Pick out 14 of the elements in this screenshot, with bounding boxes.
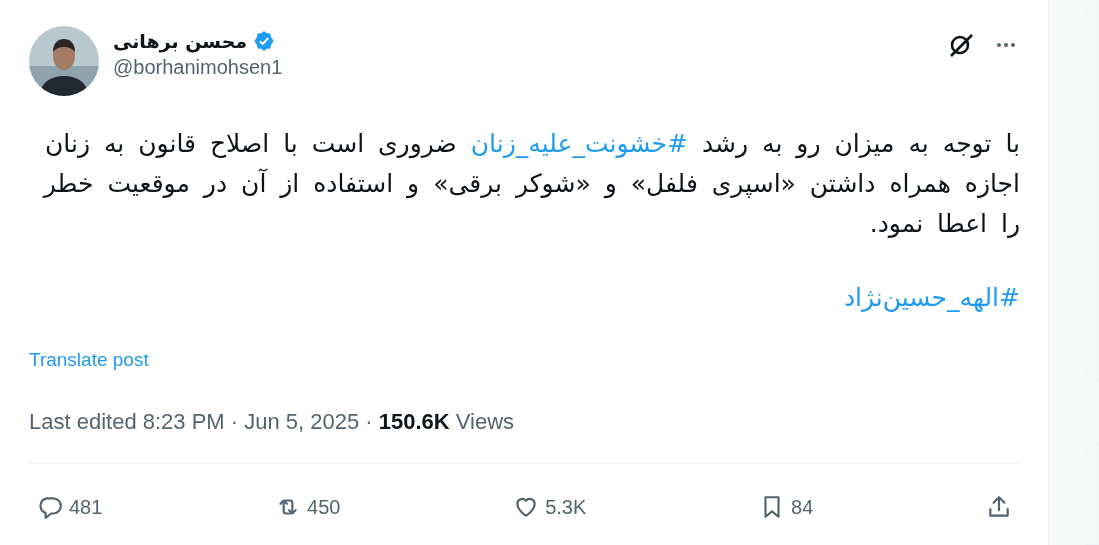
reply-count: 481 xyxy=(69,495,103,519)
author-name[interactable]: محسن برهانی xyxy=(113,30,248,52)
more-icon[interactable] xyxy=(996,42,1016,48)
like-count: 5.3K xyxy=(545,495,587,519)
bookmark-count: 84 xyxy=(791,495,814,519)
repost-count: 450 xyxy=(307,495,341,519)
reply-icon xyxy=(37,494,63,520)
hashtag-link[interactable]: #الهه_حسین‌نژاد xyxy=(843,283,1020,312)
post-meta: Last edited 8:23 PM · Jun 5, 2025 · 150.6K Views xyxy=(29,409,516,435)
translate-link[interactable]: Translate post xyxy=(29,349,149,371)
post-text: با توجه به میزان رو به رشد #خشونت_علیه_زنان ضروری است با اصلاح قانون به زنان اجازه همراه داشتن «اسپری فلفل» و «شوکر برقی» و استفاده از آن در موقعیت خطر را اعطا نمود. xyxy=(41,128,1020,240)
author-handle[interactable]: @borhanimohsen1 xyxy=(113,56,283,79)
hashtag-link[interactable]: #خشونت_علیه_زنان xyxy=(470,129,688,158)
reply-button[interactable] xyxy=(37,494,63,520)
